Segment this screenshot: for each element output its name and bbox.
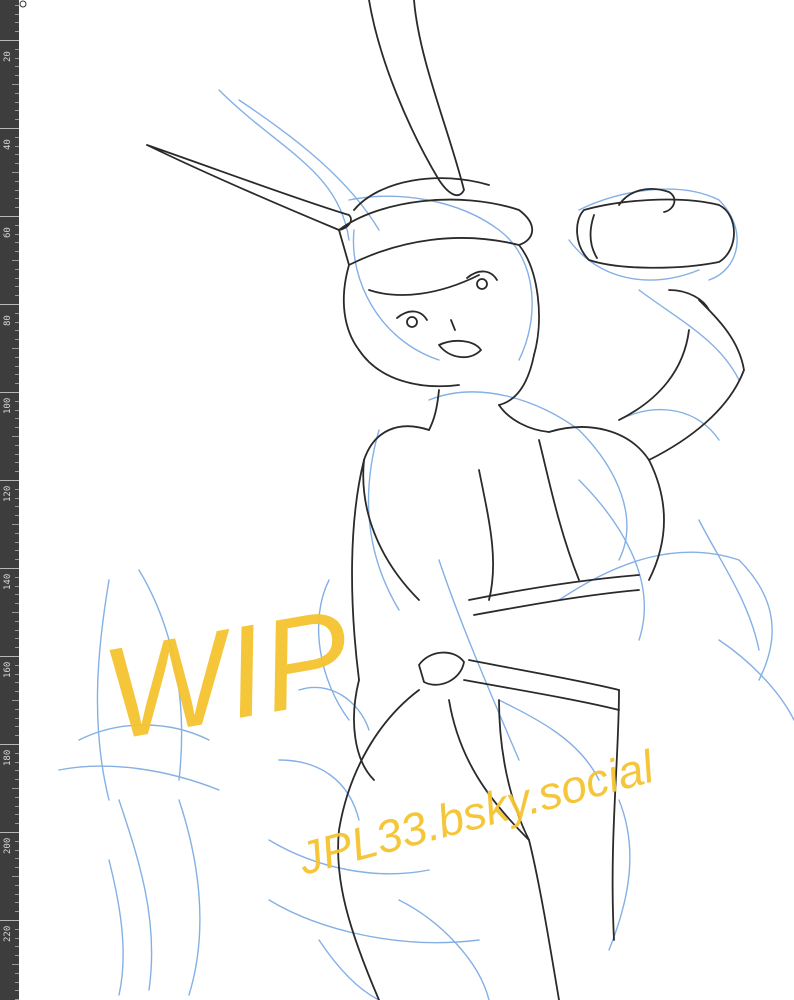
ruler-tick	[0, 40, 19, 41]
ruler-label: 60	[3, 227, 13, 238]
ruler-label: 80	[3, 315, 13, 326]
ruler-tick	[12, 84, 19, 85]
sketch-artwork: WIP JPL33.bsky.social	[58, 0, 794, 1000]
ruler-label: 20	[3, 51, 13, 62]
ruler-label: 220	[3, 925, 13, 942]
ruler-label: 40	[3, 139, 13, 150]
ruler-tick	[12, 700, 19, 701]
ruler-tick	[12, 436, 19, 437]
brush-cursor-icon	[19, 0, 27, 8]
ruler-tick	[0, 480, 19, 481]
ruler-label: 100	[3, 397, 13, 414]
ruler-label: 180	[3, 749, 13, 766]
line-art	[146, 0, 745, 1000]
wip-watermark-handle: JPL33.bsky.social	[292, 740, 660, 885]
vertical-ruler[interactable]: 20 40 60 80 100 120 140 160 180 200 220	[0, 0, 19, 1000]
ruler-label: 160	[3, 661, 13, 678]
construction-lines	[58, 89, 794, 1000]
ruler-tick	[12, 172, 19, 173]
ruler-tick	[12, 964, 19, 965]
ruler-tick	[12, 524, 19, 525]
drawing-canvas[interactable]: WIP JPL33.bsky.social	[19, 0, 794, 1000]
ruler-label: 140	[3, 573, 13, 590]
ruler-tick	[0, 832, 19, 833]
ruler-tick	[0, 128, 19, 129]
ruler-tick	[0, 656, 19, 657]
ruler-tick	[0, 568, 19, 569]
ruler-tick	[0, 304, 19, 305]
ruler-tick	[12, 876, 19, 877]
ruler-tick	[0, 920, 19, 921]
ruler-tick	[12, 788, 19, 789]
ruler-tick	[12, 612, 19, 613]
ruler-label: 200	[3, 837, 13, 854]
ruler-tick	[12, 260, 19, 261]
ruler-label: 120	[3, 485, 13, 502]
ruler-tick	[0, 216, 19, 217]
ruler-tick	[12, 348, 19, 349]
ruler-tick	[0, 744, 19, 745]
ruler-tick	[0, 392, 19, 393]
wip-watermark-title: WIP	[94, 581, 361, 767]
